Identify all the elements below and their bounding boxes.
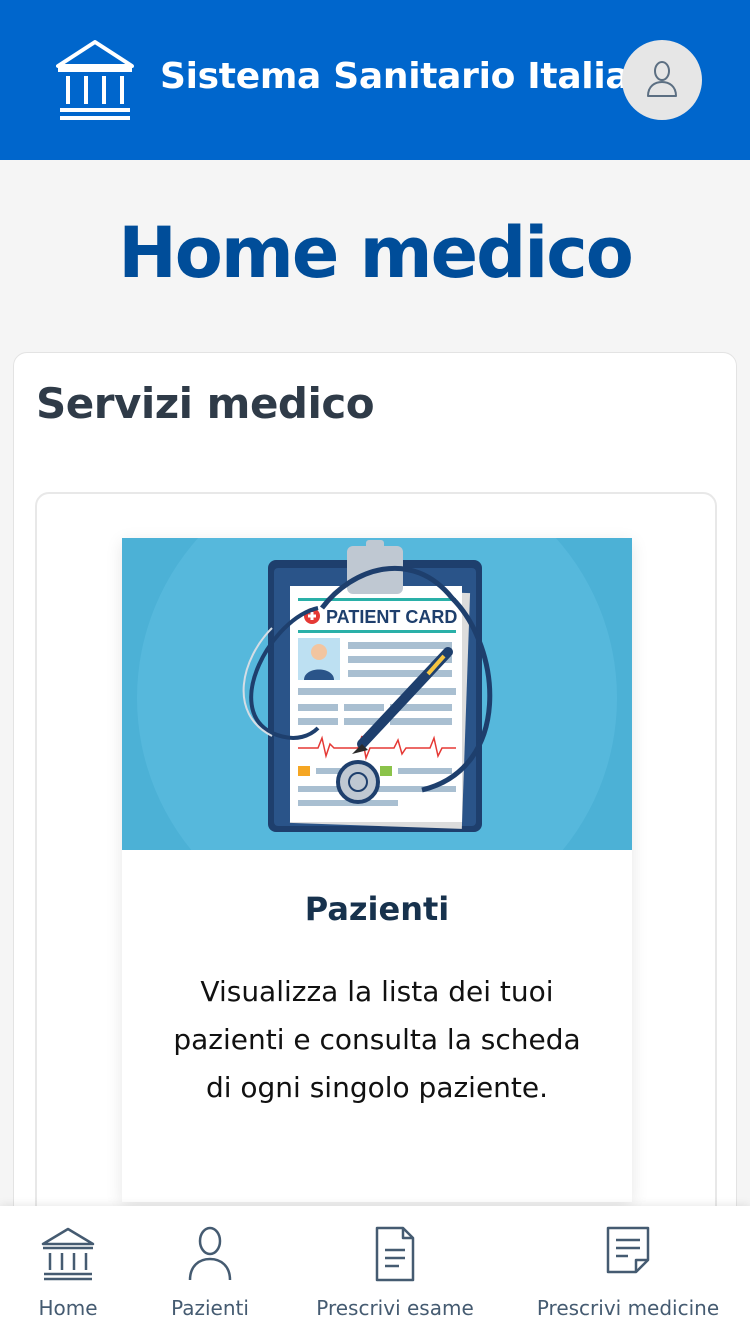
user-icon — [188, 1226, 232, 1281]
institution-icon — [41, 1227, 95, 1281]
patients-card[interactable]: PATIENT CARD Pazienti Visualizza la list… — [122, 538, 632, 1202]
nav-item-pazienti[interactable]: Pazienti — [160, 1206, 260, 1334]
nav-label-home: Home — [38, 1296, 98, 1320]
profile-button[interactable] — [622, 40, 702, 120]
nav-label-prescrivi-medicine: Prescrivi medicine — [536, 1296, 720, 1320]
user-icon — [647, 61, 677, 97]
section-title: Servizi medico — [36, 379, 375, 428]
document-icon — [375, 1226, 415, 1282]
nav-label-pazienti: Pazienti — [171, 1296, 249, 1320]
nav-label-prescrivi-esame: Prescrivi esame — [316, 1296, 474, 1320]
top-app-bar: Sistema Sanitario Italia — [0, 0, 750, 160]
nav-item-prescrivi-esame[interactable]: Prescrivi esame — [312, 1206, 478, 1334]
bottom-navigation: Home Pazienti Prescrivi esame Prescrivi … — [0, 1206, 750, 1334]
app-title: Sistema Sanitario Italia — [160, 56, 630, 97]
services-section: Servizi medico PATIENT CARD Pazienti Vis… — [13, 352, 737, 1334]
institution-icon[interactable] — [56, 38, 134, 122]
page-title: Home medico — [118, 212, 634, 294]
note-icon — [606, 1226, 650, 1274]
nav-item-home[interactable]: Home — [18, 1206, 118, 1334]
feature-description: Visualizza la lista dei tuoi pazienti e … — [173, 975, 581, 1104]
feature-title: Pazienti — [304, 890, 450, 928]
patient-card-illustration: PATIENT CARD — [122, 538, 632, 850]
patient-card-label: PATIENT CARD — [326, 607, 457, 627]
nav-item-prescrivi-medicine[interactable]: Prescrivi medicine — [528, 1206, 728, 1334]
